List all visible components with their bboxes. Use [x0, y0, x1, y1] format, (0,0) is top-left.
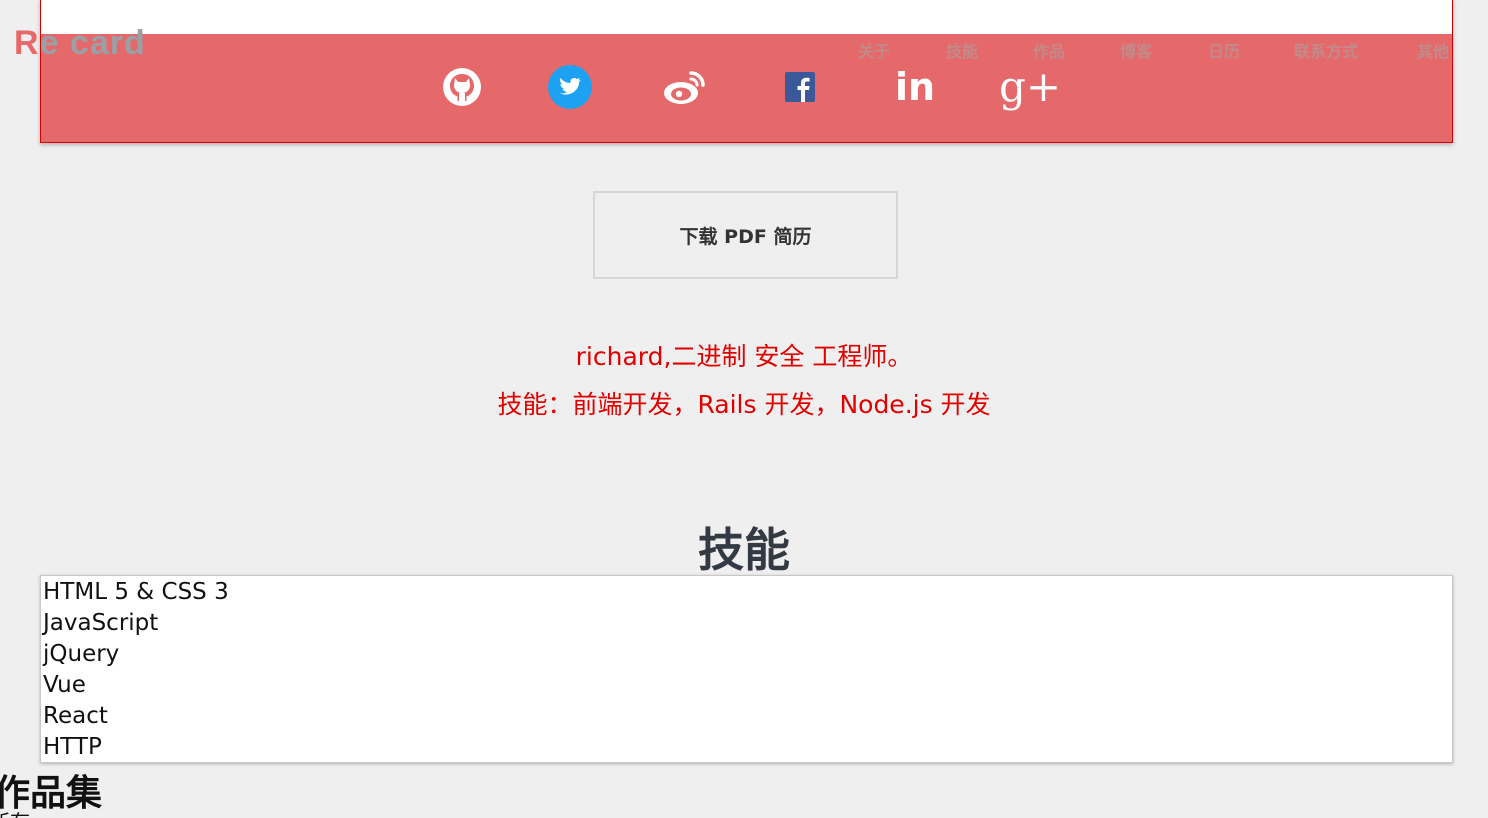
skill-item: jQuery: [43, 641, 120, 667]
works-filter-all[interactable]: 所有: [0, 806, 30, 818]
intro-line-skills: 技能：前端开发，Rails 开发，Node.js 开发: [497, 390, 991, 419]
skills-title: 技能: [698, 523, 790, 577]
nav-item-about[interactable]: 关于: [858, 38, 890, 62]
social-links: in g+: [0, 62, 1488, 114]
facebook-icon[interactable]: [775, 62, 825, 112]
github-icon[interactable]: [437, 62, 487, 112]
page: Re card 关于 技能 作品 博客 日历 联系方式 其他 in g+ 下载 …: [0, 0, 1488, 818]
nav-item-blog[interactable]: 博客: [1120, 38, 1152, 62]
linkedin-text: in: [894, 65, 936, 109]
nav-item-skills[interactable]: 技能: [946, 38, 978, 62]
google-plus-text: g+: [998, 62, 1062, 111]
skill-item: Vue: [43, 672, 86, 698]
twitter-icon[interactable]: [545, 62, 595, 112]
nav-item-contact[interactable]: 联系方式: [1294, 38, 1358, 62]
nav-item-works[interactable]: 作品: [1033, 38, 1065, 62]
logo-first-letter: R: [14, 24, 40, 62]
skill-item: JavaScript: [43, 610, 159, 636]
skill-item: HTTP: [43, 734, 102, 760]
main-nav: 关于 技能 作品 博客 日历 联系方式 其他: [858, 38, 1488, 61]
linkedin-icon[interactable]: in: [890, 62, 940, 112]
download-pdf-button[interactable]: 下载 PDF 简历: [593, 191, 898, 279]
skill-item: React: [43, 703, 108, 729]
skills-list: HTML 5 & CSS 3 JavaScript jQuery Vue Rea…: [40, 575, 1453, 763]
header-top-strip: [41, 0, 1452, 34]
logo-rest: e card: [39, 24, 146, 62]
nav-item-calendar[interactable]: 日历: [1208, 38, 1240, 62]
weibo-icon[interactable]: [660, 62, 710, 112]
site-logo[interactable]: Re card: [14, 24, 146, 63]
google-plus-icon[interactable]: g+: [999, 62, 1061, 112]
intro-line-title: richard,二进制 安全 工程师。: [575, 342, 913, 371]
nav-item-other[interactable]: 其他: [1417, 38, 1449, 62]
skill-item: HTML 5 & CSS 3: [43, 579, 229, 605]
